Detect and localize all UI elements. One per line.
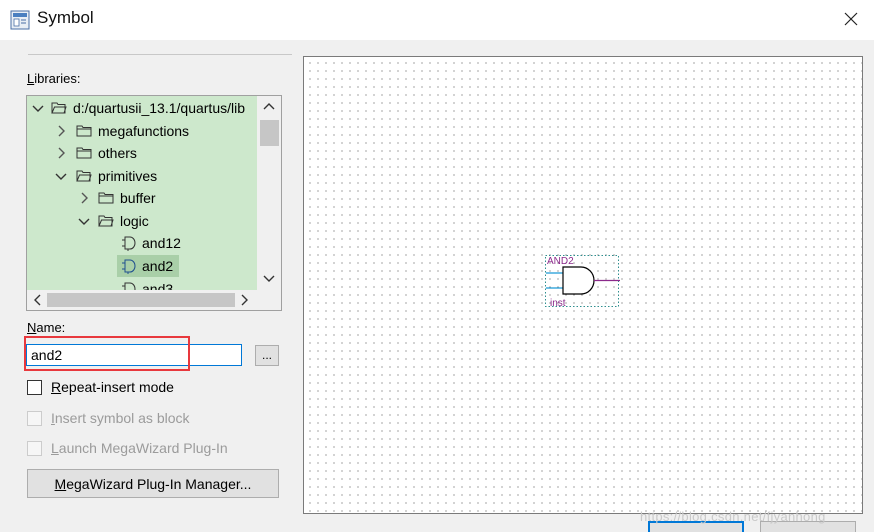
folder-open-icon	[98, 215, 114, 227]
tree-item-label: others	[98, 145, 137, 161]
tree-vertical-scrollbar[interactable]	[257, 96, 281, 290]
scroll-left-icon[interactable]	[32, 294, 42, 306]
close-button[interactable]	[836, 4, 866, 34]
launch-megawizard-checkbox	[27, 441, 42, 456]
tree-item-others[interactable]: others	[27, 142, 257, 164]
window-title: Symbol	[37, 8, 94, 27]
gate-symbol-icon	[122, 259, 136, 274]
insert-as-block-label: Insert symbol as block	[51, 410, 190, 426]
watermark-text: https://blog.csdn.net/fjyanhong	[640, 509, 826, 524]
scroll-up-icon[interactable]	[263, 101, 275, 111]
tree-item-label: logic	[120, 213, 149, 229]
separator-line	[28, 54, 292, 55]
gate-symbol-icon	[122, 282, 136, 290]
and-gate-body	[562, 266, 595, 295]
vertical-scroll-thumb[interactable]	[260, 120, 279, 146]
insert-as-block-checkbox	[27, 411, 42, 426]
horizontal-scroll-thumb[interactable]	[47, 293, 235, 307]
folder-open-icon	[51, 102, 67, 114]
and2-gate-symbol: AND2 inst	[545, 255, 620, 309]
repeat-insert-label: Repeat-insert mode	[51, 379, 174, 395]
chevron-right-icon[interactable]	[77, 191, 91, 205]
folder-open-icon	[76, 170, 92, 182]
chevron-down-icon[interactable]	[54, 169, 68, 183]
tree-item-label: and2	[142, 258, 174, 274]
chevron-down-icon[interactable]	[77, 214, 91, 228]
symbol-app-icon	[10, 10, 30, 30]
tree-item-buffer[interactable]: buffer	[27, 187, 257, 209]
tree-item-label: primitives	[98, 168, 158, 184]
libraries-label: Libraries:	[27, 71, 81, 86]
repeat-insert-checkbox[interactable]	[27, 380, 42, 395]
title-bar: Symbol	[0, 0, 874, 40]
tree-item-primitives[interactable]: primitives	[27, 165, 257, 187]
chevron-down-icon[interactable]	[31, 101, 45, 115]
tree-item-label: megafunctions	[98, 123, 190, 139]
gate-symbol-icon	[122, 236, 136, 251]
tree-item-label: d:/quartusii_13.1/quartus/lib	[73, 100, 245, 116]
folder-icon	[76, 147, 92, 159]
browse-button[interactable]: ...	[255, 345, 279, 366]
tree-item-megafunctions[interactable]: megafunctions	[27, 120, 257, 142]
tree-item-and12[interactable]: and12	[27, 232, 257, 254]
megawizard-manager-button[interactable]: MegaWizard Plug-In Manager...	[27, 469, 279, 498]
scroll-right-icon[interactable]	[240, 294, 250, 306]
tree-item-logic[interactable]: logic	[27, 210, 257, 232]
library-tree-items: d:/quartusii_13.1/quartus/lib megafuncti…	[27, 96, 257, 290]
instance-label: inst	[550, 298, 566, 309]
chevron-right-icon[interactable]	[54, 124, 68, 138]
scrollbar-corner	[257, 290, 281, 310]
folder-icon	[98, 192, 114, 204]
name-input[interactable]	[26, 344, 242, 366]
dialog-content: Libraries: d:/quartusii_13.1/quartus/lib…	[0, 40, 874, 532]
tree-item-label: buffer	[120, 190, 156, 206]
tree-item-label: and3	[142, 281, 174, 290]
launch-megawizard-label: Launch MegaWizard Plug-In	[51, 440, 228, 456]
scroll-down-icon[interactable]	[263, 274, 275, 284]
tree-horizontal-scrollbar[interactable]	[27, 290, 257, 310]
library-tree[interactable]: d:/quartusii_13.1/quartus/lib megafuncti…	[26, 95, 282, 311]
tree-item-and3[interactable]: and3	[27, 278, 257, 290]
folder-icon	[76, 125, 92, 137]
tree-item-library-root[interactable]: d:/quartusii_13.1/quartus/lib	[27, 97, 257, 119]
name-label: Name:	[27, 320, 66, 335]
tree-item-label: and12	[142, 235, 181, 251]
symbol-preview-canvas[interactable]: AND2 inst	[303, 56, 863, 514]
symbol-name-label: AND2	[547, 256, 574, 267]
tree-item-and2-selected[interactable]: and2	[117, 255, 179, 277]
chevron-right-icon[interactable]	[54, 146, 68, 160]
close-icon	[844, 12, 858, 26]
